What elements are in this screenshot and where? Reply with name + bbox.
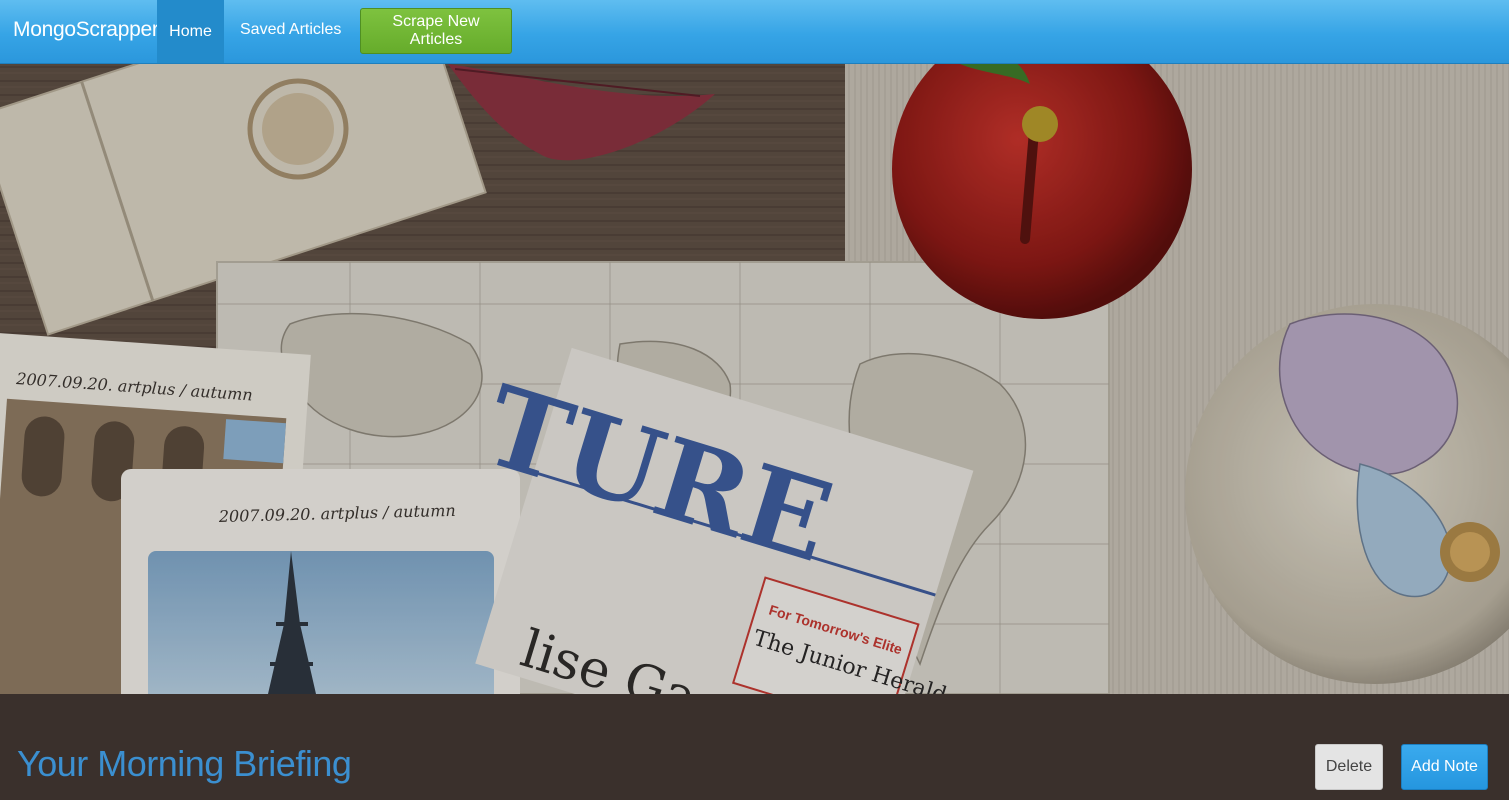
delete-button[interactable]: Delete [1315,744,1383,790]
scrape-new-articles-button[interactable]: Scrape New Articles [360,8,512,54]
nav-saved-articles-link[interactable]: Saved Articles [240,21,341,39]
brand-logo[interactable]: MongoScrapper [13,18,159,42]
hero-banner-image: 2007.09.20. artplus / autumn 2007.09.20.… [0,64,1509,694]
briefing-panel: Your Morning Briefing Delete Add Note [0,694,1509,800]
briefing-title: Your Morning Briefing [17,743,352,784]
nav-home-link[interactable]: Home [157,0,224,63]
top-navbar: MongoScrapper Home Saved Articles Scrape… [0,0,1509,64]
hero-illustration: 2007.09.20. artplus / autumn 2007.09.20.… [0,64,1509,694]
add-note-button[interactable]: Add Note [1401,744,1488,790]
